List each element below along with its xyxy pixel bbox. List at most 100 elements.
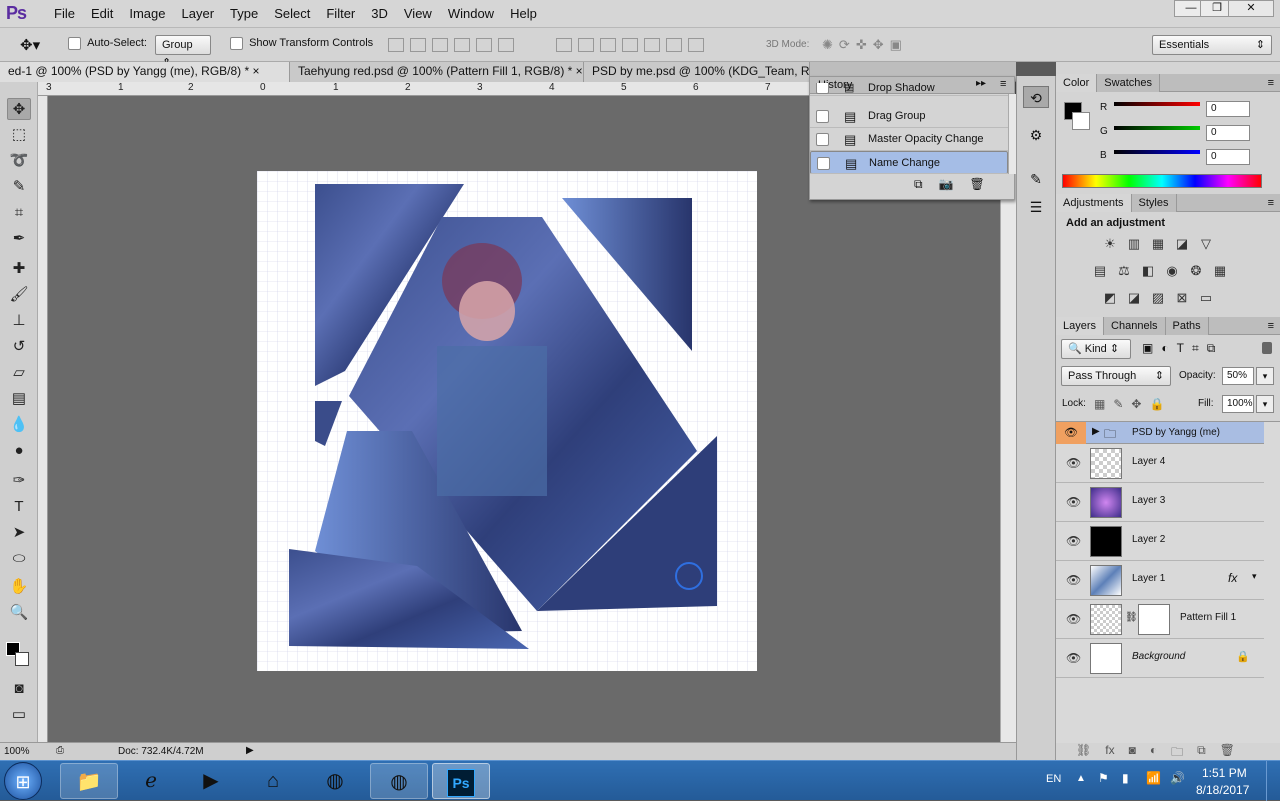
history-item[interactable]: ▤ Drop Shadow [810, 83, 1008, 96]
visibility-eye-icon[interactable]: 👁 [1066, 651, 1081, 665]
history-snapshot-checkbox[interactable] [817, 157, 830, 170]
battery-icon[interactable]: ▮ [1122, 771, 1129, 785]
layer-name[interactable]: Layer 3 [1132, 495, 1165, 506]
auto-select-dropdown[interactable]: Group ⇕ [155, 35, 211, 69]
photo-filter-icon[interactable]: ◉ [1164, 263, 1180, 279]
close-tab-icon[interactable]: × [576, 64, 583, 78]
color-balance-icon[interactable]: ⚖ [1116, 263, 1132, 279]
history-item[interactable]: ▤ Drag Group [810, 105, 1008, 128]
status-icon[interactable]: ⎙ [56, 745, 64, 756]
hand-tool-icon[interactable]: ✋ [7, 576, 31, 598]
red-value-input[interactable]: 0 [1206, 101, 1250, 117]
threshold-icon[interactable]: ▨ [1150, 290, 1166, 306]
align-top-icon[interactable] [388, 38, 404, 52]
3d-pan-icon[interactable]: ✜ [856, 37, 867, 53]
menu-filter[interactable]: Filter [318, 6, 363, 22]
invert-icon[interactable]: ◩ [1102, 290, 1118, 306]
volume-icon[interactable]: 🔊 [1170, 771, 1185, 785]
3d-scale-icon[interactable]: ▣ [890, 37, 902, 53]
blue-slider[interactable] [1114, 150, 1200, 154]
layer-name[interactable]: Layer 1 [1132, 573, 1165, 584]
distribute-left-icon[interactable] [622, 38, 638, 52]
lock-position-icon[interactable]: ✥ [1131, 397, 1141, 411]
distribute-vcenter-icon[interactable] [578, 38, 594, 52]
zoom-tool-icon[interactable]: 🔍 [7, 602, 31, 624]
align-bottom-icon[interactable] [432, 38, 448, 52]
quick-mask-icon[interactable]: ◙ [7, 678, 31, 700]
visibility-eye-icon[interactable]: 👁 [1066, 612, 1081, 626]
history-snapshot-checkbox[interactable] [816, 110, 829, 123]
3d-orbit-icon[interactable]: ✺ [822, 37, 833, 53]
background-color-swatch[interactable] [1072, 112, 1090, 130]
align-left-icon[interactable] [454, 38, 470, 52]
internet-explorer-icon[interactable]: ℯ [122, 763, 180, 799]
menu-help[interactable]: Help [502, 6, 545, 22]
filter-shape-icon[interactable]: ⌗ [1192, 341, 1199, 356]
tab-color[interactable]: Color [1056, 74, 1098, 92]
menu-file[interactable]: File [46, 6, 83, 22]
blue-value-input[interactable]: 0 [1206, 149, 1250, 165]
layer-filter-kind-dropdown[interactable]: 🔍 Kind ⇕ [1061, 339, 1131, 359]
layer-mask-thumbnail[interactable] [1138, 604, 1170, 635]
align-hcenter-icon[interactable] [476, 38, 492, 52]
visibility-eye-icon[interactable]: 👁 [1066, 495, 1081, 509]
3d-roll-icon[interactable]: ⟳ [839, 37, 850, 53]
history-snapshot-checkbox[interactable] [816, 133, 829, 146]
pen-tool-icon[interactable]: ✑ [7, 470, 31, 492]
layer-name[interactable]: Pattern Fill 1 [1180, 612, 1236, 623]
photoshop-taskbar-button[interactable]: Ps [432, 763, 490, 799]
screen-mode-icon[interactable]: ▭ [7, 704, 31, 726]
history-item[interactable]: ▤ Master Opacity Change [810, 128, 1008, 151]
shape-tool-icon[interactable]: ⬭ [7, 548, 31, 570]
color-spectrum[interactable] [1062, 174, 1262, 188]
clock-date[interactable]: 8/18/2017 [1196, 783, 1249, 797]
filter-pixel-icon[interactable]: ▣ [1142, 341, 1153, 356]
align-vcenter-icon[interactable] [410, 38, 426, 52]
history-brush-tool-icon[interactable]: ↺ [7, 336, 31, 358]
levels-icon[interactable]: ▥ [1126, 236, 1142, 252]
opacity-input[interactable]: 50% [1222, 367, 1254, 385]
dodge-tool-icon[interactable]: ● [7, 440, 31, 462]
eraser-tool-icon[interactable]: ▱ [7, 362, 31, 384]
show-hidden-icons[interactable]: ▲ [1076, 773, 1086, 784]
gradient-tool-icon[interactable]: ▤ [7, 388, 31, 410]
filter-type-icon[interactable]: T [1177, 341, 1184, 356]
tab-taehyung-red[interactable]: Taehyung red.psd @ 100% (Pattern Fill 1,… [290, 62, 584, 82]
status-menu-arrow-icon[interactable]: ▶ [246, 745, 254, 756]
path-select-tool-icon[interactable]: ➤ [7, 522, 31, 544]
marquee-tool-icon[interactable]: ⬚ [7, 124, 31, 146]
media-player-icon[interactable]: ▶ [182, 763, 240, 799]
distribute-top-icon[interactable] [556, 38, 572, 52]
file-explorer-icon[interactable]: 📁 [60, 763, 118, 799]
tab-swatches[interactable]: Swatches [1097, 74, 1160, 92]
expand-arrow-icon[interactable]: ▶ [1092, 426, 1100, 437]
layer-row[interactable]: 👁 ⛓ Pattern Fill 1 [1056, 600, 1264, 639]
panel-menu-icon[interactable]: ≡ [1268, 194, 1280, 211]
workspace-dropdown[interactable]: Essentials ⇕ [1152, 35, 1272, 55]
menu-view[interactable]: View [396, 6, 440, 22]
close-tab-icon[interactable]: × [253, 64, 260, 78]
layer-name[interactable]: Background [1132, 651, 1185, 662]
show-desktop-button[interactable] [1266, 761, 1278, 801]
exposure-icon[interactable]: ◪ [1174, 236, 1190, 252]
panel-menu-icon[interactable]: ≡ [1268, 317, 1280, 334]
layer-row[interactable]: 👁 Layer 4 [1056, 444, 1264, 483]
healing-tool-icon[interactable]: ✚ [7, 258, 31, 280]
gradient-map-icon[interactable]: ▭ [1198, 290, 1214, 306]
filter-toggle-icon[interactable] [1262, 342, 1272, 354]
background-color-swatch[interactable] [15, 652, 29, 666]
color-lookup-icon[interactable]: ▦ [1212, 263, 1228, 279]
layer-row[interactable]: 👁 Layer 1 fx ▾ [1056, 561, 1264, 600]
app-icon[interactable]: ⌂ [244, 763, 302, 799]
visibility-eye-icon[interactable]: 👁 [1066, 534, 1081, 548]
auto-align-icon[interactable] [688, 38, 704, 52]
clock-time[interactable]: 1:51 PM [1202, 766, 1247, 780]
zoom-level[interactable]: 100% [4, 746, 30, 757]
action-center-flag-icon[interactable]: ⚑ [1098, 771, 1109, 785]
brush-panel-icon[interactable]: ✎ [1023, 168, 1049, 190]
tab-adjustments[interactable]: Adjustments [1056, 194, 1132, 212]
type-tool-icon[interactable]: T [7, 496, 31, 518]
stamp-tool-icon[interactable]: ⊥ [7, 310, 31, 332]
menu-type[interactable]: Type [222, 6, 266, 22]
visibility-eye-icon[interactable]: 👁 [1056, 422, 1086, 444]
